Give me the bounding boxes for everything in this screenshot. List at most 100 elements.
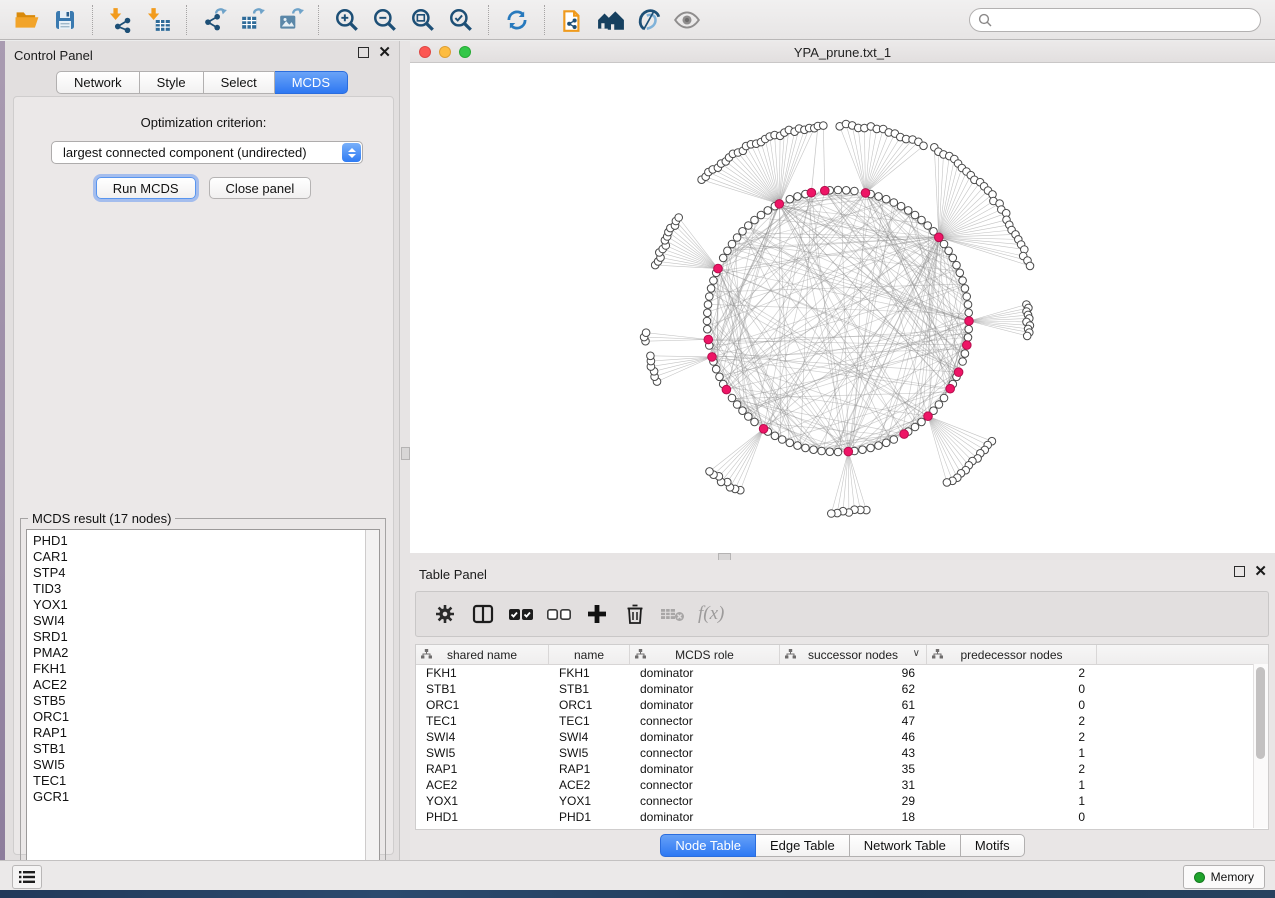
- network-node[interactable]: [786, 439, 794, 447]
- table-row[interactable]: ACE2ACE2connector311: [416, 777, 1268, 793]
- vertical-splitter-grip[interactable]: [401, 447, 410, 460]
- mcds-network-node[interactable]: [844, 447, 853, 456]
- network-node[interactable]: [875, 442, 883, 450]
- mcds-result-item[interactable]: STB5: [33, 693, 366, 709]
- network-node[interactable]: [704, 301, 712, 309]
- network-node[interactable]: [745, 222, 753, 230]
- network-node[interactable]: [842, 187, 850, 195]
- mcds-result-item[interactable]: YOX1: [33, 597, 366, 613]
- show-columns-icon[interactable]: [466, 597, 500, 631]
- tab-style[interactable]: Style: [140, 71, 204, 94]
- mcds-result-item[interactable]: SWI5: [33, 757, 366, 773]
- network-canvas[interactable]: [410, 63, 1275, 553]
- network-node[interactable]: [882, 195, 890, 203]
- column-header-successor-nodes[interactable]: successor nodes∨: [780, 645, 927, 664]
- network-node[interactable]: [851, 187, 859, 195]
- table-row[interactable]: FKH1FKH1dominator962: [416, 665, 1268, 681]
- network-node[interactable]: [716, 373, 724, 381]
- network-node[interactable]: [751, 418, 759, 426]
- network-leaf-node[interactable]: [820, 122, 828, 130]
- table-row[interactable]: RAP1RAP1dominator352: [416, 761, 1268, 777]
- tab-mcds[interactable]: MCDS: [275, 71, 348, 94]
- network-node[interactable]: [964, 301, 972, 309]
- network-node[interactable]: [964, 334, 972, 342]
- network-node[interactable]: [703, 317, 711, 325]
- mcds-network-node[interactable]: [861, 189, 870, 198]
- network-node[interactable]: [918, 216, 926, 224]
- export-network-icon[interactable]: [196, 3, 234, 37]
- network-node[interactable]: [859, 446, 867, 454]
- create-column-plus-icon[interactable]: [580, 597, 614, 631]
- table-row[interactable]: SWI4SWI4dominator462: [416, 729, 1268, 745]
- network-node[interactable]: [882, 439, 890, 447]
- mcds-network-node[interactable]: [759, 425, 768, 434]
- table-scrollbar[interactable]: [1253, 664, 1268, 828]
- table-row[interactable]: YOX1YOX1connector291: [416, 793, 1268, 809]
- zoom-out-icon[interactable]: [366, 3, 404, 37]
- mcds-network-node[interactable]: [821, 186, 830, 195]
- network-node[interactable]: [786, 195, 794, 203]
- mcds-network-node[interactable]: [946, 384, 955, 393]
- network-node[interactable]: [945, 247, 953, 255]
- network-node[interactable]: [710, 277, 718, 285]
- network-node[interactable]: [802, 444, 810, 452]
- table-row[interactable]: ORC1ORC1dominator610: [416, 697, 1268, 713]
- mcds-result-item[interactable]: ACE2: [33, 677, 366, 693]
- network-node[interactable]: [949, 254, 957, 262]
- search-input[interactable]: [969, 8, 1261, 32]
- table-row[interactable]: TEC1TEC1connector472: [416, 713, 1268, 729]
- mcds-result-item[interactable]: TEC1: [33, 773, 366, 789]
- mcds-network-node[interactable]: [722, 385, 731, 394]
- network-node[interactable]: [897, 202, 905, 210]
- network-leaf-node[interactable]: [1026, 262, 1034, 270]
- column-header-predecessor-nodes[interactable]: predecessor nodes: [927, 645, 1097, 664]
- mcds-network-node[interactable]: [807, 188, 816, 197]
- mcds-result-item[interactable]: RAP1: [33, 725, 366, 741]
- network-leaf-node[interactable]: [675, 214, 683, 222]
- network-node[interactable]: [965, 325, 973, 333]
- mcds-result-item[interactable]: ORC1: [33, 709, 366, 725]
- network-node[interactable]: [810, 446, 818, 454]
- tab-select[interactable]: Select: [204, 71, 275, 94]
- refresh-view-icon[interactable]: [498, 3, 536, 37]
- network-node[interactable]: [959, 358, 967, 366]
- tab-motifs[interactable]: Motifs: [961, 834, 1025, 857]
- table-settings-gear-icon[interactable]: [428, 597, 462, 631]
- network-node[interactable]: [911, 211, 919, 219]
- horizontal-splitter[interactable]: [410, 553, 1275, 560]
- network-node[interactable]: [935, 401, 943, 409]
- network-node[interactable]: [818, 447, 826, 455]
- column-header-MCDS-role[interactable]: MCDS role: [630, 645, 780, 664]
- float-table-panel-icon[interactable]: [1234, 566, 1245, 577]
- network-leaf-node[interactable]: [920, 142, 928, 150]
- mcds-list-scrollbar[interactable]: [365, 530, 379, 883]
- network-leaf-node[interactable]: [943, 479, 951, 487]
- column-header-shared-name[interactable]: shared name: [416, 645, 549, 664]
- close-table-panel-icon[interactable]: ✕: [1254, 566, 1267, 577]
- save-icon[interactable]: [46, 3, 84, 37]
- export-table-icon[interactable]: [234, 3, 272, 37]
- network-node[interactable]: [890, 199, 898, 207]
- network-node[interactable]: [728, 240, 736, 248]
- network-node[interactable]: [733, 234, 741, 242]
- network-node[interactable]: [918, 418, 926, 426]
- vizmapper-icon[interactable]: [630, 3, 668, 37]
- network-node[interactable]: [733, 401, 741, 409]
- network-node[interactable]: [706, 293, 714, 301]
- mcds-result-item[interactable]: SRD1: [33, 629, 366, 645]
- deselect-all-rows-icon[interactable]: [542, 597, 576, 631]
- tab-node-table[interactable]: Node Table: [660, 834, 756, 857]
- mcds-result-item[interactable]: FKH1: [33, 661, 366, 677]
- network-node[interactable]: [704, 325, 712, 333]
- zoom-selected-icon[interactable]: [442, 3, 480, 37]
- task-history-list-button[interactable]: [12, 865, 42, 889]
- mcds-network-node[interactable]: [900, 430, 909, 439]
- network-node[interactable]: [890, 436, 898, 444]
- mcds-network-node[interactable]: [954, 368, 963, 377]
- network-node[interactable]: [867, 444, 875, 452]
- network-leaf-node[interactable]: [647, 352, 655, 360]
- network-node[interactable]: [751, 216, 759, 224]
- run-mcds-button[interactable]: Run MCDS: [96, 177, 196, 199]
- import-network-icon[interactable]: [102, 3, 140, 37]
- network-node[interactable]: [739, 228, 747, 236]
